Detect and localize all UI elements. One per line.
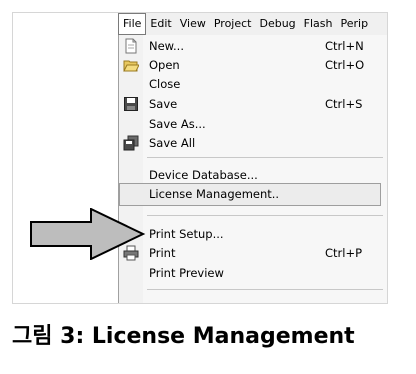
arrow-shape [30,208,146,260]
save-disk-icon [124,97,138,111]
shortcut-label: Ctrl+N [325,39,364,53]
menu-separator [147,289,383,290]
menu-peripherals[interactable]: Perip [337,13,373,35]
menu-item-label: License Management.. [149,187,280,201]
save-all-icon [123,135,139,151]
menu-item-label: Open [149,58,180,72]
menu-item-label: Close [149,77,181,91]
open-folder-icon [123,60,139,72]
menu-item-save[interactable]: Save Ctrl+S [119,93,381,115]
menu-item-label: New... [149,39,184,53]
menu-item-print-preview[interactable]: Print Preview [119,262,381,284]
menu-bar: File Edit View Project Debug Flash Perip [118,13,387,35]
menu-item-label: Save [149,97,178,111]
menu-item-print[interactable]: Print Ctrl+P [119,242,381,264]
menu-item-label: Print Preview [149,266,224,280]
menu-item-label: Device Database... [149,168,258,182]
file-menu-dropdown: New... Ctrl+N Open Ctrl+O Close Save Ctr… [118,35,387,303]
menu-debug[interactable]: Debug [255,13,299,35]
menu-item-label: Save As... [149,117,206,131]
menu-item-close[interactable]: Close [119,73,381,95]
figure-caption: 그림 3: License Management [12,324,355,349]
new-file-icon [125,38,137,54]
menu-item-save-all[interactable]: Save All [119,132,381,154]
menu-file[interactable]: File [118,13,147,35]
menu-view[interactable]: View [176,13,210,35]
menu-separator [147,215,383,216]
menu-item-label: Print [149,246,176,260]
menu-item-label: Print Setup... [149,227,224,241]
shortcut-label: Ctrl+O [325,58,365,72]
menu-item-label: Save All [149,136,196,150]
menu-project[interactable]: Project [210,13,256,35]
shortcut-label: Ctrl+P [325,246,363,260]
shortcut-label: Ctrl+S [325,97,363,111]
menu-item-license-management[interactable]: License Management.. [119,183,381,206]
menu-flash[interactable]: Flash [300,13,337,35]
screenshot-frame: File Edit View Project Debug Flash Perip… [12,12,388,304]
menu-edit[interactable]: Edit [146,13,175,35]
menu-separator [147,157,383,158]
pointer-arrow-icon [30,208,146,260]
